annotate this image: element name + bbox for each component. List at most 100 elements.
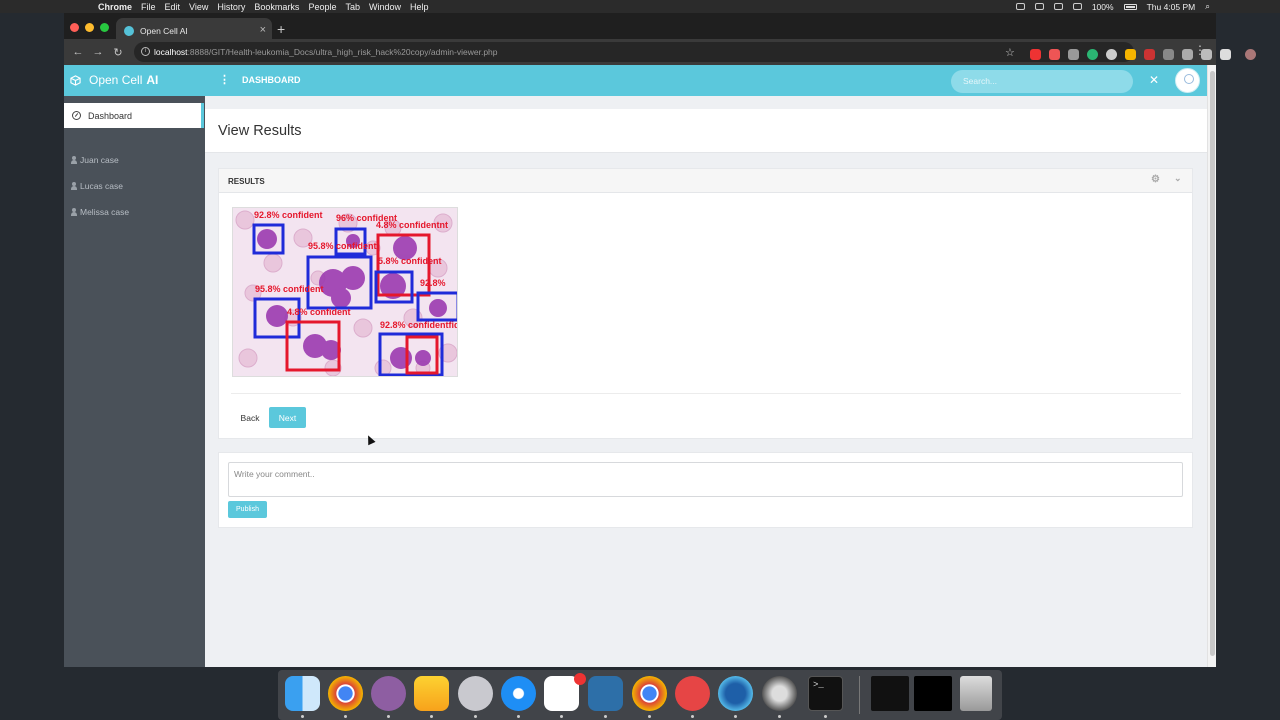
window-controls xyxy=(70,23,109,32)
comment-input[interactable] xyxy=(228,462,1183,497)
detection-result-image: 92.8% confident 96% confident 4.8% confi… xyxy=(232,207,458,377)
sidebar-item-melissa-case[interactable]: Melissa case xyxy=(71,207,129,217)
running-indicator xyxy=(778,715,781,718)
detection-label: 95.8% confident xyxy=(308,241,377,251)
url-path: :8888/GIT/Health-leukomia_Docs/ultra_hig… xyxy=(187,47,498,57)
menu-history[interactable]: History xyxy=(217,2,245,12)
detection-label: 92.8% confident xyxy=(254,210,323,220)
menu-bookmarks[interactable]: Bookmarks xyxy=(254,2,299,12)
mail-icon[interactable] xyxy=(675,676,710,711)
edge-icon[interactable] xyxy=(718,676,753,711)
menu-app-name[interactable]: Chrome xyxy=(98,2,132,12)
dock-separator xyxy=(859,676,860,714)
back-arrow-icon[interactable]: ← xyxy=(68,46,88,58)
volume-icon[interactable] xyxy=(1072,3,1082,10)
menu-tab[interactable]: Tab xyxy=(345,2,360,12)
grammarly-icon[interactable] xyxy=(1087,49,1098,60)
zoom-window-icon[interactable] xyxy=(100,23,109,32)
safari-icon[interactable] xyxy=(501,676,536,711)
user-avatar[interactable] xyxy=(1175,68,1200,93)
sidebar-item-lucas-case[interactable]: Lucas case xyxy=(71,181,123,191)
back-button[interactable]: Back xyxy=(233,407,267,429)
search-input[interactable] xyxy=(951,70,1133,93)
dvd-player-icon[interactable] xyxy=(762,676,797,711)
address-bar[interactable]: i localhost:8888/GIT/Health-leukomia_Doc… xyxy=(134,42,1256,62)
tab-close-icon[interactable]: × xyxy=(260,24,266,36)
detection-label: 95.8% confident xyxy=(255,284,324,294)
user-icon xyxy=(71,208,77,216)
sequel-pro-icon[interactable] xyxy=(458,676,493,711)
finder-icon[interactable] xyxy=(285,676,320,711)
terminal-icon[interactable]: >_ xyxy=(808,676,843,711)
screen-icon[interactable] xyxy=(1015,3,1025,10)
menu-help[interactable]: Help xyxy=(410,2,429,12)
trash-icon[interactable] xyxy=(960,676,992,711)
menu-view[interactable]: View xyxy=(189,2,208,12)
running-indicator xyxy=(824,715,827,718)
app-viewport: Open CellAI ⋮ DASHBOARD ✕ Dashboard Juan… xyxy=(64,65,1207,667)
gear-icon[interactable]: ⚙ xyxy=(1151,174,1160,185)
chevron-down-icon[interactable]: ⌄ xyxy=(1174,173,1182,184)
github-desktop-icon[interactable] xyxy=(371,676,406,711)
close-window-icon[interactable] xyxy=(70,23,79,32)
chrome-canary-icon[interactable] xyxy=(632,676,667,711)
publish-button[interactable]: Publish xyxy=(228,501,267,518)
tools-icon[interactable]: ✕ xyxy=(1149,73,1159,87)
menu-edit[interactable]: Edit xyxy=(165,2,181,12)
comment-panel: Publish xyxy=(218,452,1193,528)
sidebar-item-label: Melissa case xyxy=(80,207,130,217)
cloud-icon[interactable] xyxy=(1034,3,1044,10)
running-indicator xyxy=(691,715,694,718)
extension-icon[interactable] xyxy=(1220,49,1231,60)
running-indicator xyxy=(387,715,390,718)
site-info-icon[interactable]: i xyxy=(141,47,150,56)
sidebar-toggle-icon[interactable]: ⋮ xyxy=(219,73,230,86)
menu-list: Chrome File Edit View History Bookmarks … xyxy=(98,2,429,12)
brand-logo[interactable]: Open Cell AI xyxy=(70,73,158,87)
menu-window[interactable]: Window xyxy=(369,2,401,12)
menu-people[interactable]: People xyxy=(308,2,336,12)
menu-file[interactable]: File xyxy=(141,2,156,12)
scrollbar-thumb[interactable] xyxy=(1210,71,1215,656)
extension-icon[interactable] xyxy=(1125,49,1136,60)
extension-icon[interactable] xyxy=(1163,49,1174,60)
chrome-icon[interactable] xyxy=(328,676,363,711)
profile-avatar-icon[interactable] xyxy=(1245,49,1256,60)
extension-icon[interactable] xyxy=(1106,49,1117,60)
new-tab-icon[interactable]: + xyxy=(277,21,285,37)
detection-label: 4.8% confidentnt xyxy=(376,220,448,230)
forward-arrow-icon[interactable]: → xyxy=(88,46,108,58)
detection-label: 92.8% confidentfid xyxy=(380,320,458,330)
cube-logo-icon xyxy=(70,74,81,86)
minimize-window-icon[interactable] xyxy=(85,23,94,32)
detection-label: 5.8% confident xyxy=(378,256,442,266)
sidebar-item-label: Juan case xyxy=(80,155,119,165)
user-icon xyxy=(71,156,77,164)
page-scrollbar[interactable] xyxy=(1207,65,1216,667)
next-button[interactable]: Next xyxy=(269,407,306,428)
sidebar-item-dashboard[interactable]: Dashboard xyxy=(64,103,204,128)
sketch-icon[interactable] xyxy=(414,676,449,711)
frame-app-icon[interactable] xyxy=(588,676,623,711)
extension-icon[interactable] xyxy=(1049,49,1060,60)
extension-icon[interactable] xyxy=(1030,49,1041,60)
sidebar-item-juan-case[interactable]: Juan case xyxy=(71,155,119,165)
reload-icon[interactable]: ↻ xyxy=(108,46,128,59)
brand-name-bold: AI xyxy=(146,73,159,87)
bookmark-star-icon[interactable]: ☆ xyxy=(1005,46,1015,59)
page-title: View Results xyxy=(218,123,302,139)
running-indicator xyxy=(560,715,563,718)
downloads-stack-icon[interactable] xyxy=(871,676,909,711)
recent-window-icon[interactable] xyxy=(914,676,952,711)
wifi-icon[interactable] xyxy=(1053,3,1063,10)
spotlight-icon[interactable]: ⌕ xyxy=(1205,1,1210,12)
browser-menu-icon[interactable]: ⋮ xyxy=(1194,43,1206,57)
clock[interactable]: Thu 4:05 PM xyxy=(1147,2,1196,12)
panel-divider xyxy=(231,393,1181,394)
extension-icon[interactable] xyxy=(1182,49,1193,60)
url-host: localhost xyxy=(154,47,188,57)
extension-icon[interactable] xyxy=(1068,49,1079,60)
running-indicator xyxy=(517,715,520,718)
extension-icon[interactable] xyxy=(1144,49,1155,60)
battery-icon[interactable] xyxy=(1123,3,1137,10)
